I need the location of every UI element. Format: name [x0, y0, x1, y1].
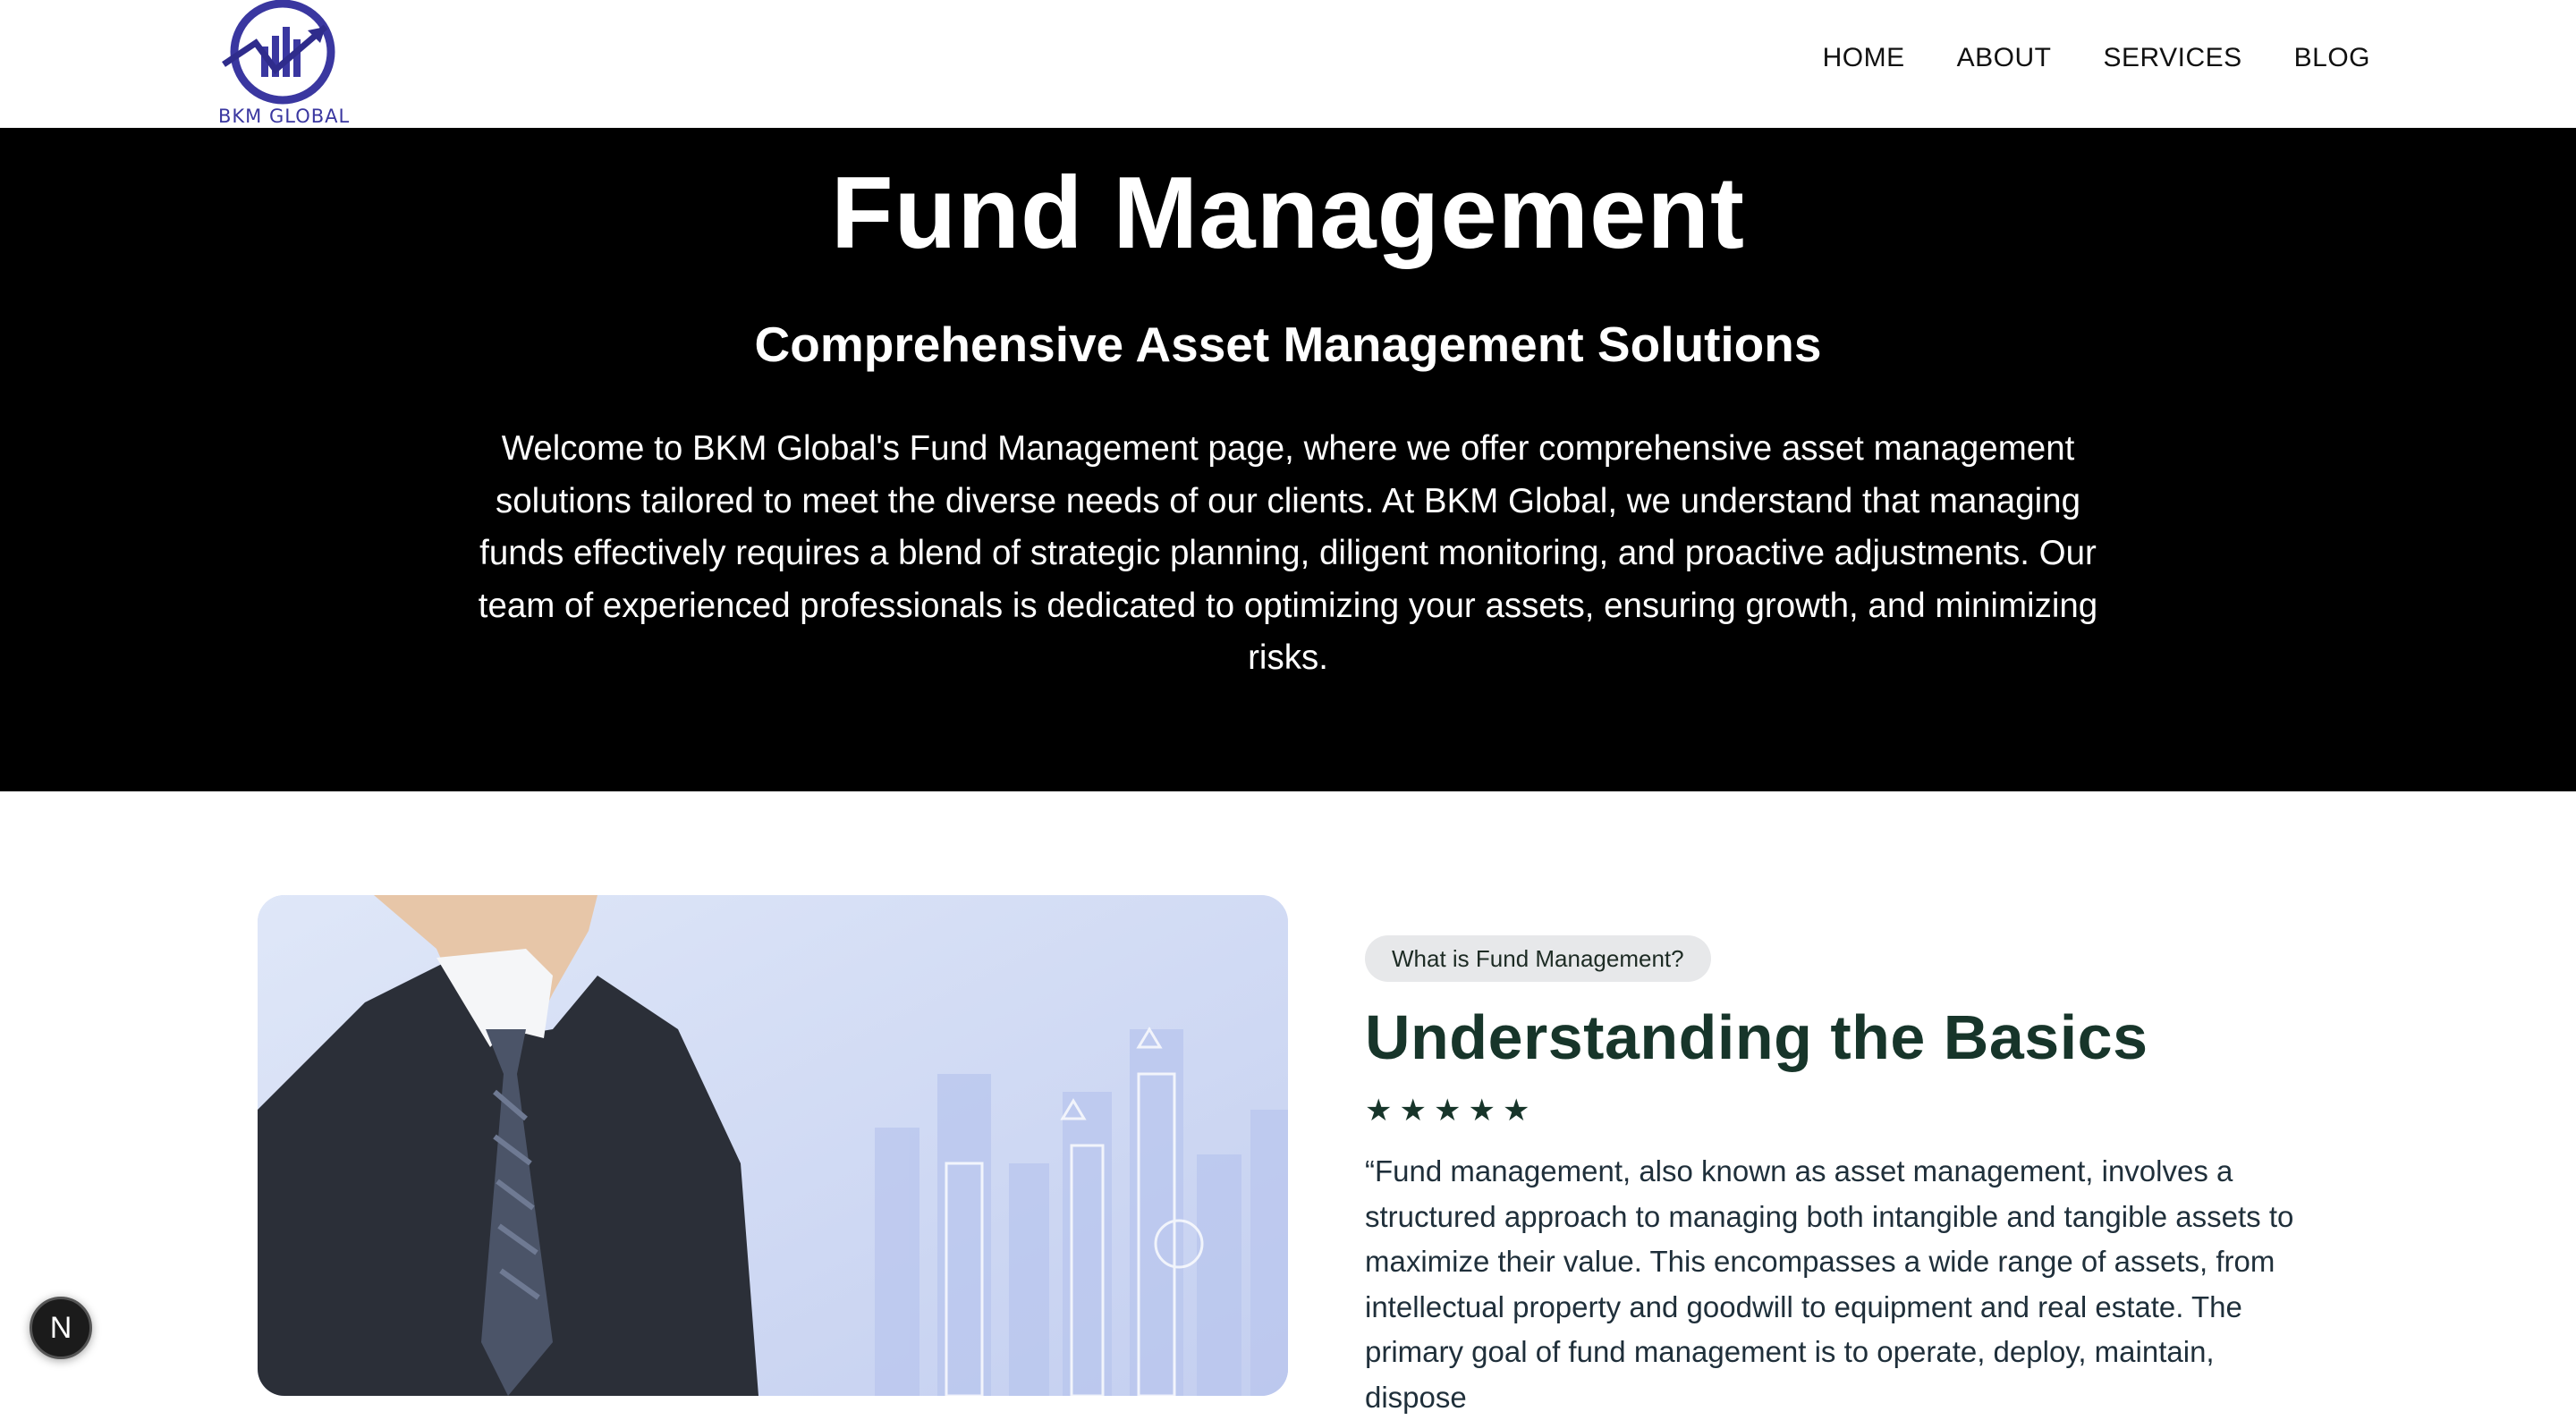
nav-home[interactable]: HOME — [1823, 43, 1905, 73]
hero-subtitle: Comprehensive Asset Management Solutions — [754, 317, 1822, 372]
hero-title: Fund Management — [830, 156, 1746, 270]
star-icon: ★ — [1468, 1094, 1496, 1128]
logo-text: BKM GLOBAL — [218, 106, 351, 127]
nav-services[interactable]: SERVICES — [2103, 43, 2241, 73]
hero-description: Welcome to BKM Global's Fund Management … — [478, 429, 2098, 677]
star-icon: ★ — [1502, 1094, 1530, 1128]
nav-about[interactable]: ABOUT — [1957, 43, 2052, 73]
star-rating: ★ ★ ★ ★ ★ — [1365, 1095, 1530, 1126]
fund-management-basics-section: What is Fund Management? Understanding t… — [0, 791, 2576, 1414]
businessman-image-icon — [258, 895, 1288, 1396]
logo-mark-icon — [222, 0, 335, 105]
site-header: BKM GLOBAL HOME ABOUT SERVICES BLOG — [0, 0, 2576, 128]
hero-section: Fund Management Comprehensive Asset Mana… — [0, 128, 2576, 791]
section-badge: What is Fund Management? — [1365, 935, 1711, 982]
businessman-photo — [258, 895, 1288, 1396]
section-title: Understanding the Basics — [1365, 1002, 2148, 1072]
nav-blog[interactable]: BLOG — [2294, 43, 2370, 73]
nextjs-dev-indicator-icon[interactable]: N — [30, 1297, 92, 1359]
bkm-global-logo[interactable]: BKM GLOBAL — [211, 0, 351, 127]
star-icon: ★ — [1365, 1094, 1393, 1128]
star-icon: ★ — [1399, 1094, 1427, 1128]
section-body-text: “Fund management, also known as asset ma… — [1365, 1154, 2294, 1414]
star-icon: ★ — [1433, 1094, 1462, 1128]
main-nav: HOME ABOUT SERVICES BLOG — [1823, 43, 2370, 73]
